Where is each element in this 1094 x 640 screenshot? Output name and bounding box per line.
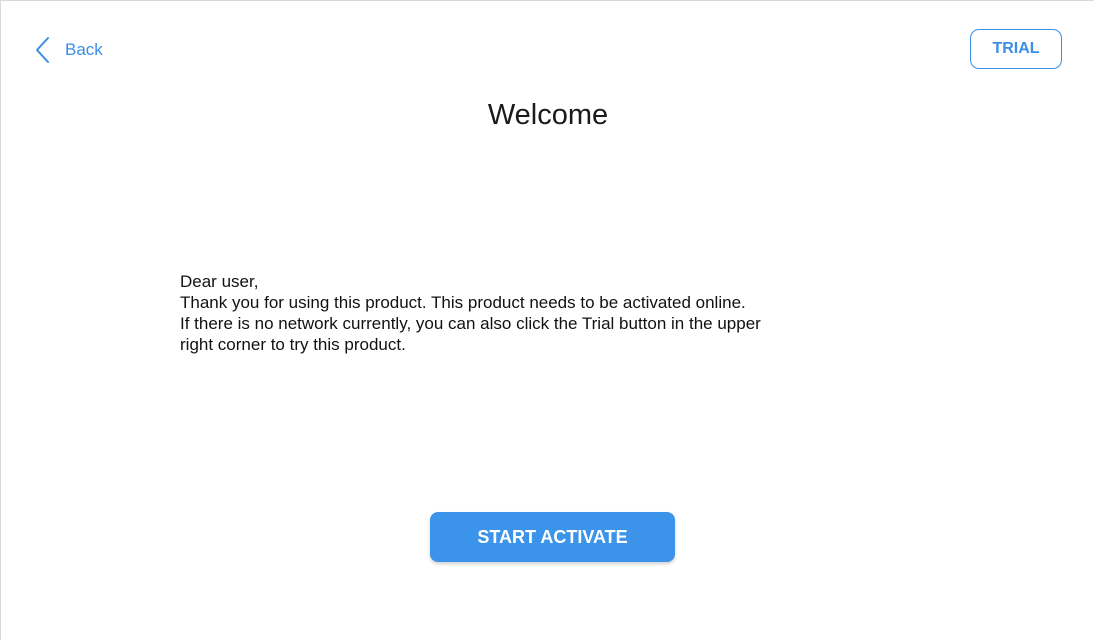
welcome-screen: Back TRIAL Welcome Dear user, Thank you … xyxy=(0,0,1094,640)
message-line: Thank you for using this product. This p… xyxy=(180,293,746,312)
trial-button[interactable]: TRIAL xyxy=(970,29,1062,69)
message-line: If there is no network currently, you ca… xyxy=(180,314,761,333)
chevron-left-icon xyxy=(35,35,53,65)
page-title: Welcome xyxy=(487,99,609,131)
message-line: Dear user, xyxy=(180,272,259,291)
back-label: Back xyxy=(65,40,103,59)
message-line: right corner to try this product. xyxy=(180,335,406,354)
back-button[interactable]: Back xyxy=(35,34,103,66)
start-activate-button[interactable]: START ACTIVATE xyxy=(430,512,675,562)
welcome-message: Dear user, Thank you for using this prod… xyxy=(180,271,940,355)
